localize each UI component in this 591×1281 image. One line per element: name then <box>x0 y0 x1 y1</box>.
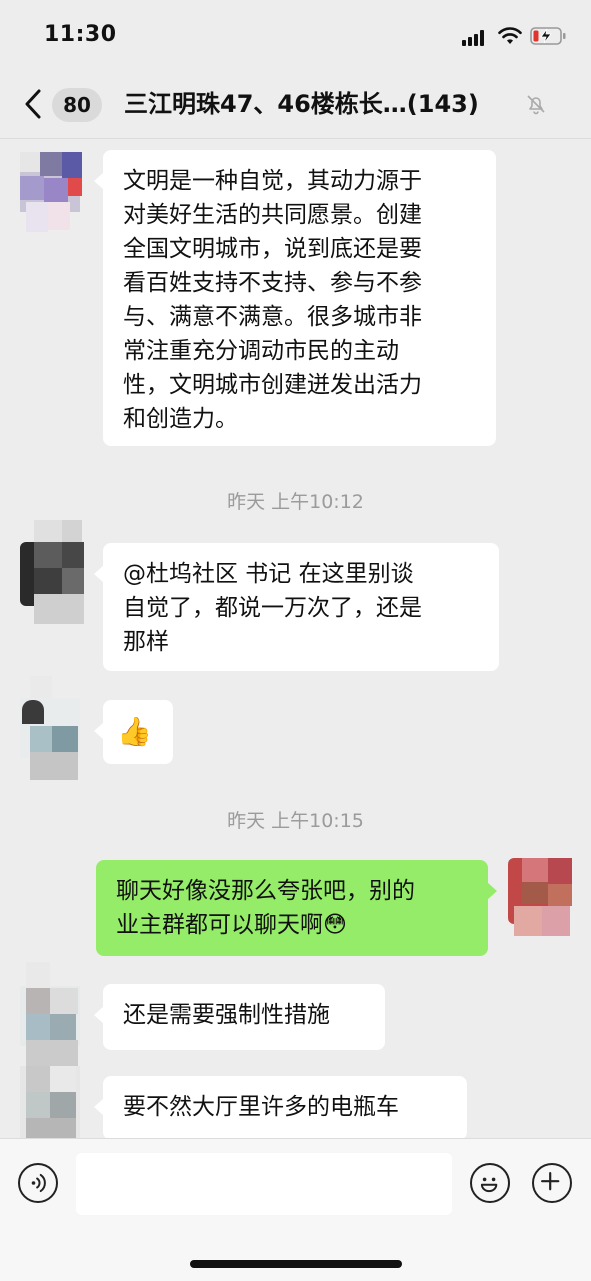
my-message-bubble[interactable]: 聊天好像没那么夸张吧，别的 业主群都可以聊天啊😳 <box>96 860 497 956</box>
message-bubble[interactable]: 👍 <box>94 700 173 764</box>
battery-charging-icon <box>530 27 566 45</box>
my-avatar[interactable] <box>508 858 572 936</box>
message-text: 那样 <box>123 629 169 655</box>
avatar[interactable] <box>20 1066 82 1138</box>
unread-badge[interactable]: 80 <box>52 88 102 122</box>
timestamp: 昨天 上午10:12 <box>227 491 364 513</box>
message-text: 对美好生活的共同愿景。创建 <box>123 202 422 228</box>
message-text: 看百姓支持不支持、参与不参 <box>123 270 422 296</box>
chevron-left-icon[interactable] <box>22 88 44 120</box>
message-text: 和创造力。 <box>123 406 238 432</box>
message-input[interactable] <box>76 1153 452 1215</box>
message-text: 还是需要强制性措施 <box>123 1002 330 1028</box>
chat-header: 80 三江明珠47、46楼栋长…(143) <box>0 70 591 139</box>
wifi-icon <box>498 27 522 44</box>
timestamp: 昨天 上午10:15 <box>227 810 364 832</box>
message-text: 常注重充分调动市民的主动 <box>123 338 399 364</box>
plus-icon[interactable] <box>532 1163 572 1203</box>
message-bubble[interactable]: 要不然大厅里许多的电瓶车 <box>94 1076 467 1140</box>
avatar[interactable] <box>20 676 82 780</box>
message-text: 文明是一种自觉，其动力源于 <box>123 168 422 194</box>
message-text: 聊天好像没那么夸张吧，别的 <box>116 878 415 904</box>
message-text: 性，文明城市创建迸发出活力 <box>123 372 422 398</box>
message-text: @杜坞社区 书记 在这里别谈 <box>123 561 414 587</box>
message-text: 自觉了，都说一万次了，还是 <box>123 595 422 621</box>
chat-title[interactable]: 三江明珠47、46楼栋长…(143) <box>124 86 524 122</box>
avatar[interactable] <box>20 962 82 1066</box>
message-bubble[interactable]: 文明是一种自觉，其动力源于 对美好生活的共同愿景。创建 全国文明城市，说到底还是… <box>94 150 496 446</box>
message-text: 全国文明城市，说到底还是要 <box>123 236 422 262</box>
status-bar: 11:30 <box>0 0 591 70</box>
cellular-signal-icon <box>462 30 488 46</box>
message-bubble[interactable]: @杜坞社区 书记 在这里别谈 自觉了，都说一万次了，还是 那样 <box>94 543 499 671</box>
voice-icon[interactable] <box>18 1163 58 1203</box>
message-bubble[interactable]: 还是需要强制性措施 <box>94 984 385 1050</box>
avatar[interactable] <box>20 152 82 232</box>
status-time: 11:30 <box>44 22 117 47</box>
smiley-icon[interactable] <box>470 1163 510 1203</box>
bell-muted-icon <box>527 95 545 115</box>
message-text: 要不然大厅里许多的电瓶车 <box>123 1094 399 1120</box>
message-text: 业主群都可以聊天啊😳 <box>116 912 347 938</box>
message-text: 与、满意不满意。很多城市非 <box>123 304 422 330</box>
home-indicator <box>190 1260 402 1268</box>
avatar[interactable] <box>20 520 84 624</box>
thumbs-up-emoji: 👍 <box>117 715 152 748</box>
